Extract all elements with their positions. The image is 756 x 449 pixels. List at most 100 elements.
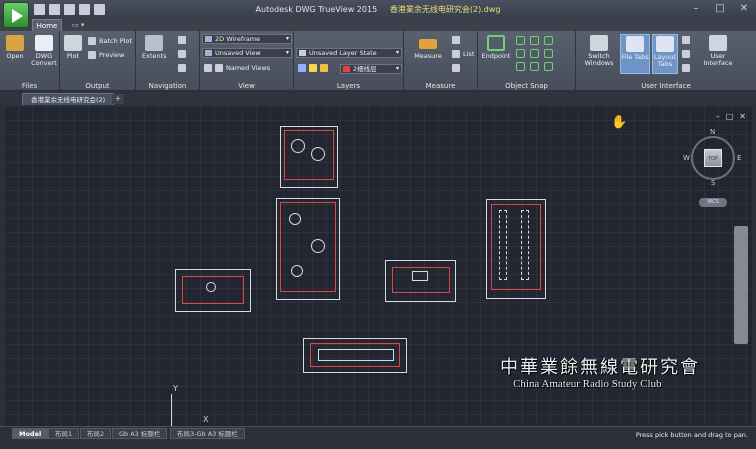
group-files: Open DWG Convert Files (0, 31, 60, 91)
drawing-component (206, 282, 216, 292)
dwg-trueview-window: Autodesk DWG TrueView 2015 香港業余无线电研究会(2)… (0, 0, 756, 449)
layout-tabs-icon (656, 36, 674, 52)
window-controls: – □ ✕ (690, 3, 750, 14)
wcs-menu[interactable]: WCS (699, 198, 727, 207)
group-layers-label: Layers (336, 82, 361, 90)
ribbon-options-icon[interactable]: ▭ ▾ (72, 20, 84, 30)
layout-tabs-button[interactable]: Layout Tabs (652, 34, 678, 74)
dwg-convert-button[interactable]: DWG Convert (30, 35, 58, 67)
named-views-button[interactable]: Named Views (204, 64, 270, 72)
app-title: Autodesk DWG TrueView 2015 (255, 5, 378, 14)
folder-icon (6, 35, 24, 51)
ucs-y-label: Y (173, 384, 178, 393)
nearest-snap-icon[interactable] (544, 62, 553, 71)
saved-view-value: Unsaved View (215, 49, 261, 57)
layout-tab-2[interactable]: 布局2 (80, 428, 112, 439)
layer-state-value: Unsaved Layer State (309, 49, 377, 57)
steering-wheel-button[interactable] (178, 64, 186, 72)
quadrant-snap-icon[interactable] (530, 49, 539, 58)
cascade-button[interactable] (682, 64, 690, 72)
drawing-component (311, 147, 325, 161)
compass-south[interactable]: S (711, 179, 715, 187)
perpendicular-snap-icon[interactable] (516, 62, 525, 71)
layer-state-dropdown[interactable]: Unsaved Layer State (296, 48, 402, 58)
tangent-snap-icon[interactable] (544, 49, 553, 58)
batch-plot-icon (88, 37, 96, 45)
pan-button[interactable] (178, 36, 186, 44)
tile-horizontal-button[interactable] (682, 36, 690, 44)
viewport-restore-button[interactable]: □ (726, 112, 734, 121)
layout-tab-1[interactable]: 布局1 (48, 428, 80, 439)
compass-east[interactable]: E (737, 154, 741, 162)
open-button[interactable]: Open (6, 35, 24, 60)
drawing-sheet (385, 260, 456, 302)
group-measure-label: Measure (425, 82, 456, 90)
application-menu-button[interactable] (3, 2, 29, 28)
minimize-button[interactable]: – (690, 3, 702, 14)
viewport-minimize-button[interactable]: – (716, 112, 720, 121)
tile-vertical-button[interactable] (682, 50, 690, 58)
file-tabs-icon (626, 36, 644, 52)
new-tab-button[interactable]: + (112, 94, 124, 104)
drawing-sheet (276, 198, 340, 300)
group-output: Plot Batch Plot Preview Output (60, 31, 136, 91)
viewcube[interactable]: TOP N S E W (683, 128, 743, 188)
intersection-snap-icon[interactable] (530, 36, 539, 45)
ribbon-tab-row (0, 20, 756, 31)
layer-freeze-icon[interactable] (320, 64, 328, 72)
navigation-bar[interactable] (734, 226, 748, 344)
maximize-button[interactable]: □ (714, 3, 726, 14)
file-tabs-button[interactable]: File Tabs (620, 34, 650, 74)
drawing-sheet (175, 269, 251, 312)
extents-label: Extents (142, 52, 167, 60)
group-user-interface: Switch Windows File Tabs Layout Tabs Use… (576, 31, 756, 91)
list-label: List (463, 50, 475, 58)
midpoint-snap-icon[interactable] (516, 36, 525, 45)
id-button[interactable] (452, 36, 460, 44)
ucs-y-axis (171, 394, 172, 427)
endpoint-button[interactable]: Endpoint (478, 35, 514, 60)
drawing-sheet (303, 338, 407, 373)
layout-tab-3[interactable]: Gb A3 标题栏 (112, 428, 168, 439)
drawing-component (291, 139, 305, 153)
viewcube-top-face[interactable]: TOP (704, 149, 722, 167)
compass-north[interactable]: N (710, 128, 715, 136)
layer-properties-icon[interactable] (298, 64, 306, 72)
saved-view-dropdown[interactable]: Unsaved View (202, 48, 292, 58)
compass-west[interactable]: W (683, 154, 690, 162)
group-user-interface-label: User Interface (641, 82, 691, 90)
locate-point-button[interactable] (452, 64, 460, 72)
extents-button[interactable]: Extents (142, 35, 167, 60)
drawing-frame (284, 130, 334, 180)
switch-windows-button[interactable]: Switch Windows (582, 35, 616, 67)
center-snap-icon[interactable] (516, 49, 525, 58)
layout-tab-4[interactable]: 布局3-Gb A3 标题栏 (170, 428, 245, 439)
measure-button[interactable]: Measure (410, 35, 446, 60)
drawing-component (412, 271, 428, 281)
tile-vertical-icon (682, 50, 690, 58)
ribbon-panel: Open DWG Convert Files Plot Batch Plot P… (0, 31, 756, 91)
list-button[interactable]: List (452, 50, 474, 58)
watermark-english: China Amateur Radio Study Club (513, 378, 662, 390)
document-tab-label: 香港業余无线电研究会(2) (31, 96, 106, 104)
viewport-controls: – □ ✕ (716, 112, 746, 121)
node-snap-icon[interactable] (544, 36, 553, 45)
parallel-snap-icon[interactable] (530, 62, 539, 71)
current-layer-dropdown[interactable]: 2细线层 (340, 64, 402, 74)
layer-on-icon[interactable] (309, 64, 317, 72)
current-layer-value: 2细线层 (353, 65, 377, 73)
viewport-close-button[interactable]: ✕ (739, 112, 746, 121)
plot-button[interactable]: Plot (64, 35, 82, 60)
tile-horizontal-icon (682, 36, 690, 44)
id-point-icon (452, 36, 460, 44)
visual-style-dropdown[interactable]: 2D Wireframe (202, 34, 292, 44)
batch-plot-button[interactable]: Batch Plot (88, 37, 132, 45)
orbit-button[interactable] (178, 50, 186, 58)
layout-tab-model[interactable]: Model (12, 428, 49, 439)
close-button[interactable]: ✕ (738, 3, 750, 14)
preview-label: Preview (99, 51, 125, 59)
user-interface-button[interactable]: User Interface (700, 35, 736, 67)
preview-button[interactable]: Preview (88, 51, 124, 59)
document-tab[interactable]: 香港業余无线电研究会(2) (22, 93, 115, 105)
tab-home[interactable]: Home (32, 19, 62, 31)
